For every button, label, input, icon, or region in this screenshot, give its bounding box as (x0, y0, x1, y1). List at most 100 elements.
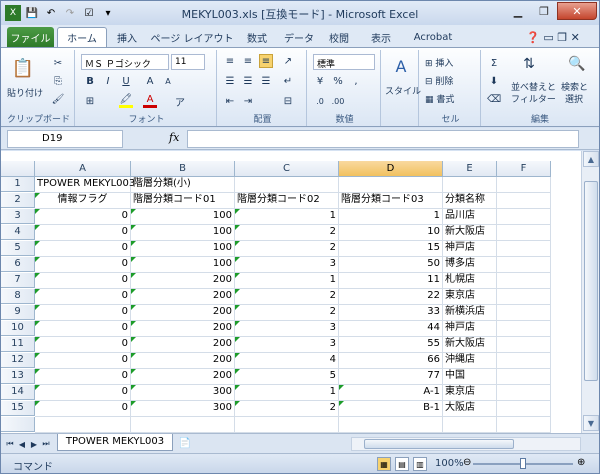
cell[interactable]: 200 (131, 321, 235, 337)
align-right-icon[interactable]: ☰ (259, 74, 273, 88)
name-box[interactable]: D19 (7, 130, 123, 148)
cell[interactable]: 0 (35, 257, 131, 273)
cell[interactable]: 100 (131, 225, 235, 241)
cell[interactable] (497, 337, 551, 353)
cell[interactable]: 3 (235, 337, 339, 353)
cell[interactable]: 博多店 (443, 257, 497, 273)
sheet-tab[interactable]: TPOWER MEKYL003 (57, 434, 173, 451)
cell[interactable]: 1 (235, 209, 339, 225)
cell[interactable]: 0 (35, 321, 131, 337)
cell[interactable]: 100 (131, 257, 235, 273)
number-format-combo[interactable]: 標準 (313, 54, 375, 70)
cell[interactable]: 200 (131, 289, 235, 305)
tab-view[interactable]: 表示 (363, 27, 399, 47)
cell[interactable] (35, 417, 131, 433)
clear-icon[interactable]: ⌫ (487, 92, 501, 106)
cell[interactable]: 情報フラグ (35, 193, 131, 209)
column-header-c[interactable]: C (235, 161, 339, 177)
cell[interactable]: 5 (235, 369, 339, 385)
tab-acrobat[interactable]: Acrobat (405, 27, 461, 47)
cell[interactable]: TPOWER MEKYL003 (35, 177, 135, 193)
last-sheet-icon[interactable]: ⏭ (41, 437, 51, 451)
zoom-slider-knob[interactable] (520, 458, 526, 469)
align-left-icon[interactable]: ☰ (223, 74, 237, 88)
zoom-in-icon[interactable]: ⊕ (577, 457, 585, 468)
align-bottom-icon[interactable]: ≡ (259, 54, 273, 68)
grow-font-icon[interactable]: A (143, 74, 157, 88)
worksheet-grid[interactable]: A B C D E F 1 TPOWER MEKYL003 階層分類(小) 2 情報フラグ 階層分類コ… (1, 151, 581, 433)
cell[interactable]: 200 (131, 353, 235, 369)
column-header-a[interactable]: A (35, 161, 131, 177)
next-sheet-icon[interactable]: ▶ (29, 437, 39, 451)
find-select-icon[interactable]: 🔍 (567, 54, 587, 74)
cell[interactable]: 中国 (443, 369, 497, 385)
cell[interactable] (497, 289, 551, 305)
cell[interactable]: 神戸店 (443, 241, 497, 257)
align-middle-icon[interactable]: ≡ (241, 54, 255, 68)
phonetic-icon[interactable]: ア (173, 94, 187, 109)
decrease-indent-icon[interactable]: ⇤ (223, 94, 237, 108)
sort-filter-icon[interactable]: ⇅ (519, 54, 539, 74)
restore-doc-icon[interactable]: ❐ (557, 31, 567, 44)
row-header[interactable]: 11 (1, 337, 35, 352)
cell[interactable]: 77 (339, 369, 443, 385)
percent-icon[interactable]: % (331, 74, 345, 88)
cell[interactable]: 1 (235, 385, 339, 401)
cell[interactable]: B-1 (339, 401, 443, 417)
row-header[interactable]: 3 (1, 209, 35, 224)
cell[interactable] (497, 369, 551, 385)
cell[interactable] (497, 321, 551, 337)
formula-input[interactable] (187, 130, 579, 148)
minimize-button[interactable]: ▁ (505, 2, 531, 20)
cell[interactable]: 0 (35, 369, 131, 385)
cell[interactable]: 66 (339, 353, 443, 369)
paste-label[interactable]: 貼り付け (7, 86, 43, 99)
cell[interactable]: 2 (235, 305, 339, 321)
cell[interactable]: 2 (235, 401, 339, 417)
prev-sheet-icon[interactable]: ◀ (17, 437, 27, 451)
cell[interactable]: 新横浜店 (443, 305, 497, 321)
cell[interactable]: 0 (35, 225, 131, 241)
fill-color-icon[interactable]: 🖍 (119, 94, 133, 108)
shrink-font-icon[interactable]: A (161, 74, 175, 88)
cell[interactable] (497, 417, 551, 433)
cell[interactable]: 0 (35, 353, 131, 369)
cell[interactable] (497, 353, 551, 369)
font-name-combo[interactable]: ＭＳ Ｐゴシック (81, 54, 169, 70)
cell[interactable]: 神戸店 (443, 321, 497, 337)
align-center-icon[interactable]: ☰ (241, 74, 255, 88)
cell[interactable]: 0 (35, 289, 131, 305)
vertical-scrollbar[interactable]: ▲ ▼ (581, 151, 599, 433)
cell[interactable]: 10 (339, 225, 443, 241)
cell[interactable]: 東京店 (443, 289, 497, 305)
style-label[interactable]: スタイル (385, 84, 421, 97)
normal-view-icon[interactable]: ▦ (377, 457, 391, 471)
scroll-up-icon[interactable]: ▲ (583, 151, 599, 167)
paste-icon[interactable]: 📋 (11, 56, 35, 80)
merge-center-icon[interactable]: ⊟ (281, 94, 295, 108)
tab-formulas[interactable]: 数式 (239, 27, 275, 47)
underline-icon[interactable]: U (119, 74, 133, 88)
cell[interactable] (497, 257, 551, 273)
min-ribbon-icon[interactable]: ▭ (543, 31, 553, 44)
cell[interactable] (443, 417, 497, 433)
row-header[interactable]: 5 (1, 241, 35, 256)
cell[interactable]: A-1 (339, 385, 443, 401)
cell[interactable]: 11 (339, 273, 443, 289)
sort-filter-label-2[interactable]: フィルター (511, 92, 556, 105)
cell[interactable]: 新大阪店 (443, 337, 497, 353)
cell[interactable] (339, 177, 443, 193)
cell[interactable]: 100 (131, 241, 235, 257)
cell[interactable]: 階層分類コード01 (131, 193, 235, 209)
cell[interactable] (339, 417, 443, 433)
row-header[interactable]: 1 (1, 177, 35, 192)
vertical-scroll-thumb[interactable] (584, 181, 598, 381)
scroll-down-icon[interactable]: ▼ (583, 415, 599, 431)
row-header[interactable] (1, 417, 35, 432)
decrease-decimal-icon[interactable]: .00 (331, 94, 345, 108)
tab-data[interactable]: データ (281, 27, 317, 47)
copy-icon[interactable]: ⎘ (51, 74, 65, 88)
cut-icon[interactable]: ✂ (51, 56, 65, 70)
row-header[interactable]: 2 (1, 193, 35, 208)
cell[interactable]: 300 (131, 401, 235, 417)
